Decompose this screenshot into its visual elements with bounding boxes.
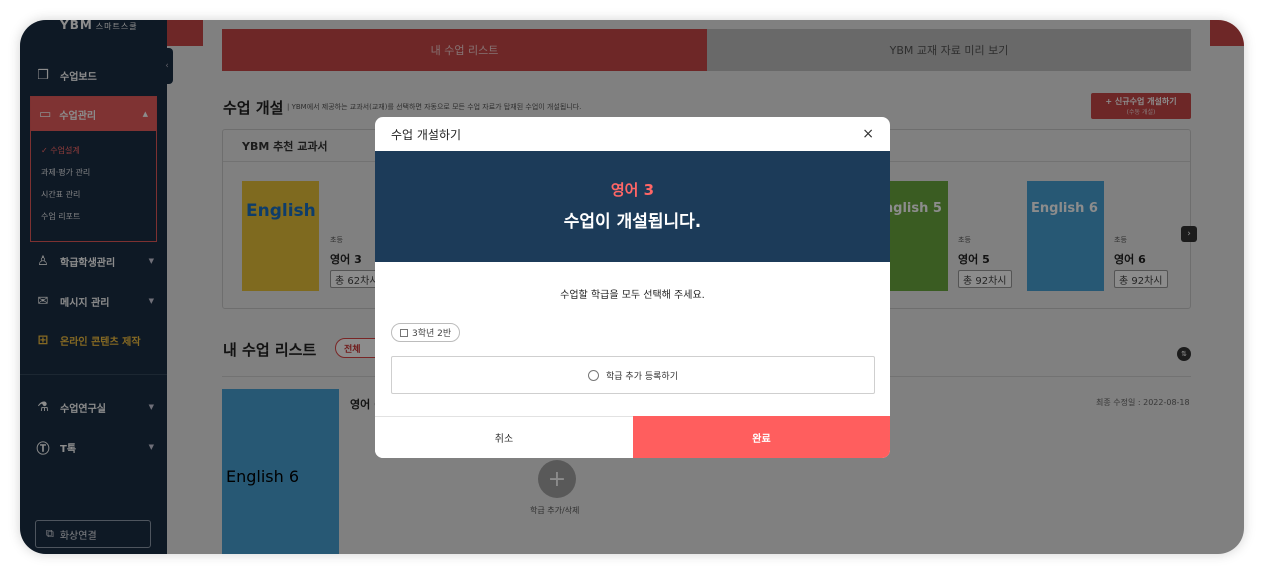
banner-subject: 영어 3 [610, 181, 655, 199]
class-chip-label: 3학년 2반 [412, 329, 452, 339]
banner-message: 수업이 개설됩니다. [563, 212, 702, 232]
modal-instruction: 수업할 학급을 모두 선택해 주세요. [560, 290, 705, 301]
class-checkbox-chip[interactable]: 3학년 2반 [391, 323, 461, 342]
class-open-modal: 수업 개설하기 × 영어 3 수업이 개설됩니다. 수업할 학급을 모두 선택해… [375, 117, 890, 458]
checkbox-icon [400, 328, 408, 337]
app-frame: YBM 스마트스쿨 ‹ ❒ 수업보드 ▭ 수업관리 ▲ ✓ 수업설계 과제·평가 … [20, 20, 1244, 554]
close-icon[interactable]: × [862, 126, 874, 142]
radio-circle-icon [588, 369, 600, 381]
modal-title: 수업 개설하기 [391, 127, 462, 142]
add-class-label: 학급 추가 등록하기 [606, 371, 678, 382]
cancel-button[interactable]: 취소 [375, 416, 633, 458]
done-button[interactable]: 완료 [633, 416, 890, 458]
modal-banner: 영어 3 수업이 개설됩니다. [375, 151, 890, 262]
add-class-button[interactable]: 학급 추가 등록하기 [391, 356, 875, 394]
